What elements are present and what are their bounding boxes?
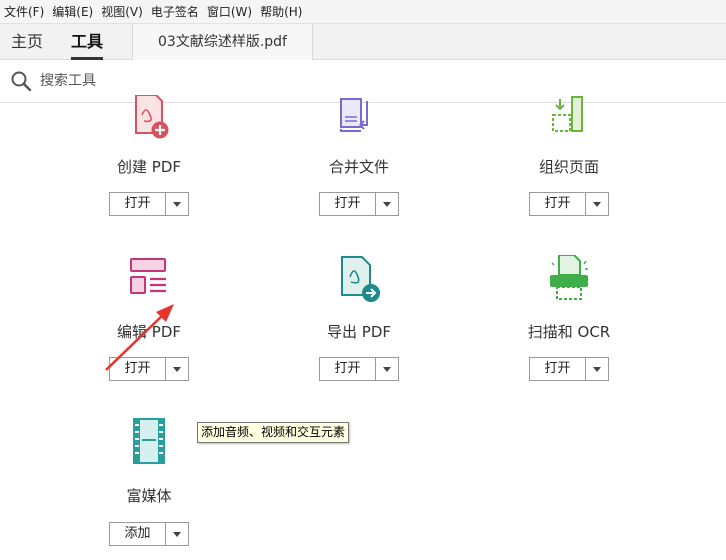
tool-label: 组织页面	[538, 158, 599, 176]
tool-label: 创建 PDF	[117, 158, 181, 176]
tab-tools[interactable]: 工具	[71, 24, 104, 60]
open-button[interactable]: 打开	[529, 357, 609, 381]
tooltip: 添加音频、视频和交互元素	[197, 422, 350, 443]
export-pdf-icon	[341, 256, 380, 302]
combine-files-icon	[340, 98, 368, 132]
menu-help[interactable]: 帮助(H)	[258, 0, 308, 24]
search-icon	[11, 71, 32, 92]
add-button[interactable]: 添加	[109, 522, 189, 546]
open-button-label[interactable]: 打开	[530, 358, 586, 380]
chevron-down-icon[interactable]	[586, 358, 608, 380]
tool-combine-files: 合并文件 打开	[254, 95, 464, 245]
organize-pages-icon	[552, 96, 583, 132]
edit-pdf-icon	[130, 258, 166, 294]
tool-label: 富媒体	[126, 487, 172, 505]
chevron-down-icon[interactable]	[586, 193, 608, 215]
rich-media-icon	[133, 418, 165, 464]
menu-view[interactable]: 视图(V)	[99, 0, 149, 24]
open-button-label[interactable]: 打开	[320, 358, 376, 380]
menu-e-sign[interactable]: 电子签名	[149, 0, 205, 24]
tool-organize-pages: 组织页面 打开	[464, 95, 674, 245]
scan-ocr-icon	[550, 255, 588, 300]
tab-document[interactable]: 03文献综述样版.pdf	[132, 24, 313, 60]
open-button-label[interactable]: 打开	[320, 193, 376, 215]
tool-scan-ocr: 扫描和 OCR 打开	[464, 255, 674, 405]
chevron-down-icon[interactable]	[376, 358, 398, 380]
tab-home[interactable]: 主页	[11, 24, 43, 60]
tool-label: 扫描和 OCR	[527, 323, 611, 341]
menu-edit[interactable]: 编辑(E)	[50, 0, 99, 24]
tool-export-pdf: 导出 PDF 打开	[254, 255, 464, 405]
chevron-down-icon[interactable]	[166, 193, 188, 215]
create-pdf-icon	[135, 95, 169, 139]
chevron-down-icon[interactable]	[376, 193, 398, 215]
add-button-label[interactable]: 添加	[110, 523, 166, 545]
annotation-arrow-icon	[105, 304, 174, 371]
menu-file[interactable]: 文件(F)	[2, 0, 50, 24]
search-input[interactable]	[40, 70, 640, 92]
tool-label: 导出 PDF	[327, 323, 391, 341]
menu-bar: 文件(F) 编辑(E) 视图(V) 电子签名 窗口(W) 帮助(H)	[0, 0, 726, 24]
menu-window[interactable]: 窗口(W)	[205, 0, 258, 24]
open-button[interactable]: 打开	[529, 192, 609, 216]
chevron-down-icon[interactable]	[166, 523, 188, 545]
open-button[interactable]: 打开	[319, 357, 399, 381]
open-button-label[interactable]: 打开	[110, 193, 166, 215]
open-button-label[interactable]: 打开	[530, 193, 586, 215]
open-button[interactable]: 打开	[109, 192, 189, 216]
tool-label: 合并文件	[328, 158, 389, 176]
tab-bar: 主页 工具 03文献综述样版.pdf	[0, 24, 726, 60]
open-button[interactable]: 打开	[319, 192, 399, 216]
tool-create-pdf: 创建 PDF 打开	[44, 95, 254, 245]
